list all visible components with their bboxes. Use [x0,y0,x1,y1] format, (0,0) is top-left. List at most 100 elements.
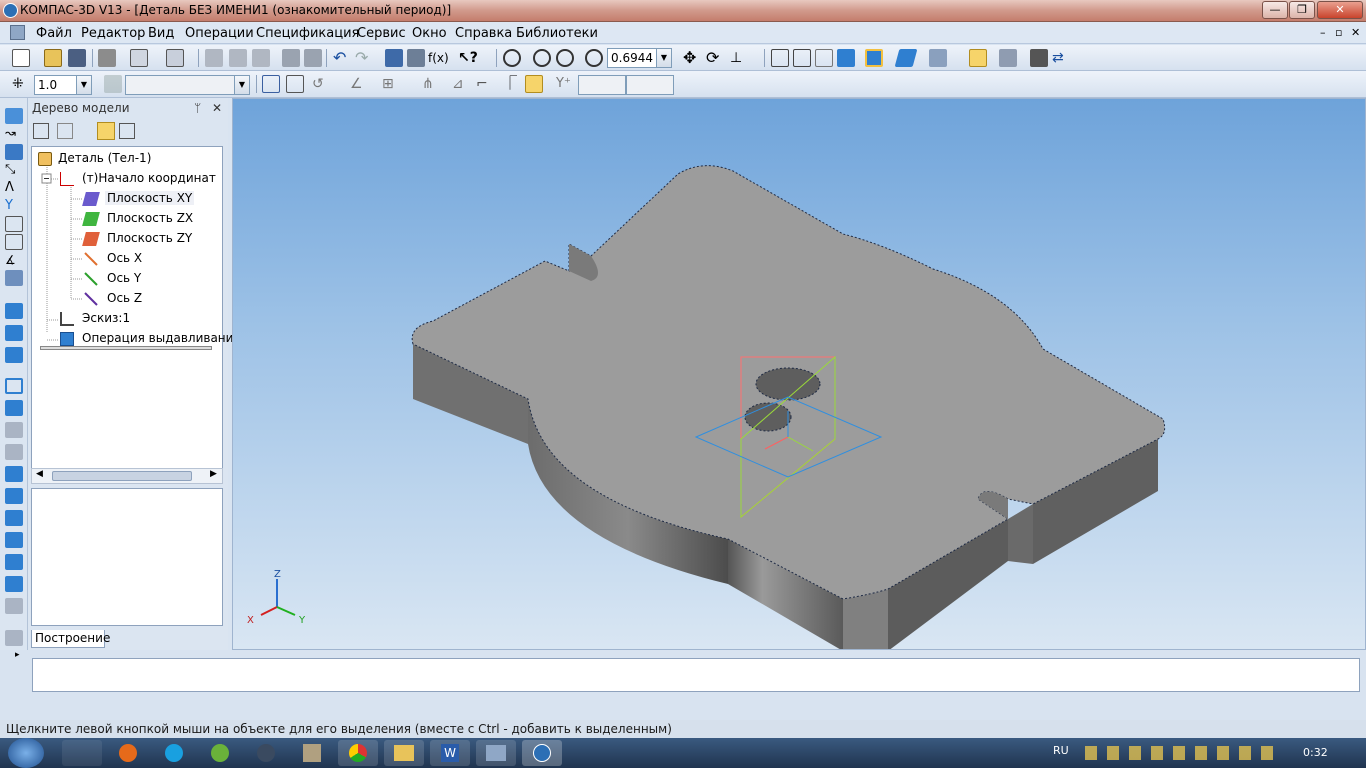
extrude-icon[interactable] [5,303,23,319]
3d-viewport[interactable]: Z X Y [232,98,1366,650]
cut-revolve-icon[interactable] [5,422,23,438]
coordinate-icon[interactable]: Y⁺ [556,75,574,93]
hidden-lines-icon[interactable] [793,49,811,67]
expand-icon[interactable]: ▸ [15,650,20,660]
tree-item-axis-x[interactable]: Ось X [107,251,142,265]
thin-lines-icon[interactable] [815,49,833,67]
document-menu-icon[interactable] [10,25,25,40]
help-pointer-icon[interactable]: ↖? [458,49,478,67]
spline-icon[interactable]: ↝ [5,126,23,142]
properties-icon[interactable] [166,49,184,67]
menu-help[interactable]: Справка [455,26,512,41]
new-file-icon[interactable] [12,49,30,67]
pan-icon[interactable]: ✥ [683,49,701,67]
menu-specification[interactable]: Спецификация [256,26,359,41]
taskbar-folder-icon[interactable] [384,740,424,766]
start-button[interactable] [8,738,44,768]
panel-close-button[interactable]: ✕ [212,101,222,115]
layer-icon[interactable] [104,75,122,93]
step-cursor-icon[interactable]: ⁜ [12,75,30,93]
zoom-in-icon[interactable] [533,49,551,67]
shaded-icon[interactable] [837,49,855,67]
chevron-down-icon[interactable]: ▼ [234,76,249,94]
rebuild-icon[interactable]: ⇄ [1052,49,1070,67]
tray-clock[interactable]: 0:32 [1303,746,1328,759]
tree-item-part[interactable]: Деталь (Тел-1) [58,151,151,165]
doc-close-button[interactable]: ✕ [1351,26,1360,39]
library-manager-icon[interactable] [999,49,1017,67]
taskbar-skype-icon[interactable] [154,740,194,766]
tray-icons[interactable] [1085,746,1275,760]
taskbar-kompas-icon[interactable] [522,740,562,766]
tree-item-origin[interactable]: (т)Начало координат [82,171,216,185]
report-icon[interactable] [5,234,23,250]
shell-icon[interactable] [5,576,23,592]
hole-icon[interactable] [5,532,23,548]
tree-item-axis-z[interactable]: Ось Z [107,291,142,305]
step-combo[interactable]: 1.0 ▼ [34,75,92,95]
cut-sweep-icon[interactable] [5,444,23,460]
constraint-icon[interactable]: ↺ [312,75,330,93]
taskbar-word-icon[interactable]: W [430,740,470,766]
tab-build[interactable]: Построение [31,630,110,648]
tree-order-icon[interactable] [119,123,135,139]
draft-icon[interactable] [5,598,23,614]
tree-structure-icon[interactable] [33,123,49,139]
local-cs-icon[interactable]: ⋔ [422,75,440,93]
tree-item-extrusion[interactable]: Операция выдавливания [82,331,241,345]
cut-extrude-icon[interactable] [5,400,23,416]
parametric-icon[interactable] [286,75,304,93]
measure-icon[interactable] [1030,49,1048,67]
sweep-icon[interactable] [5,347,23,363]
scroll-left-icon[interactable]: ◀ [36,469,43,479]
arrays-icon[interactable]: ⤡ [5,162,23,178]
tree-item-plane-xy[interactable]: Плоскость XY [105,191,195,205]
cut-loft-icon[interactable] [5,466,23,482]
taskbar-utorrent-icon[interactable] [200,740,240,766]
revolve-icon[interactable] [5,325,23,341]
axis-cs-icon[interactable]: ⊿ [452,75,470,93]
shaded-edges-icon[interactable] [865,49,883,67]
layer-combo[interactable]: ▼ [125,75,250,95]
tree-view-icon[interactable] [57,123,73,139]
coord-x-field[interactable] [578,75,626,95]
measure-tool-icon[interactable]: ∡ [5,252,23,268]
segment-icon[interactable]: ⎾ [503,75,521,93]
tree-horizontal-scrollbar[interactable]: ◀ ▶ [31,468,223,484]
cut-icon[interactable] [205,49,223,67]
zoom-window-icon[interactable] [503,49,521,67]
variables-icon[interactable] [407,49,425,67]
function-icon[interactable]: f(x) [428,49,449,67]
taskbar-game-icon[interactable] [292,740,332,766]
dimensions-icon[interactable]: Λ [5,180,23,196]
taskbar-window-icon[interactable] [476,740,516,766]
taskbar-steam-icon[interactable] [246,740,286,766]
menu-view[interactable]: Вид [148,26,174,41]
paste-icon[interactable] [252,49,270,67]
menu-service[interactable]: Сервис [357,26,406,41]
snap-highlight-icon[interactable] [525,75,543,93]
snap-active-icon[interactable] [969,49,987,67]
orientation-icon[interactable]: ⊥ [730,49,748,67]
tree-item-axis-y[interactable]: Ось Y [107,271,141,285]
tree-item-sketch[interactable]: Эскиз:1 [82,311,130,325]
tray-language[interactable]: RU [1053,744,1069,757]
sheet-metal-icon[interactable] [5,270,23,286]
coord-y-field[interactable] [626,75,674,95]
scroll-thumb[interactable] [52,471,192,481]
menu-operations[interactable]: Операции [185,26,254,41]
filter-tool-icon[interactable]: Y [5,198,23,214]
close-button[interactable]: ✕ [1317,1,1363,19]
copy-icon[interactable] [229,49,247,67]
save-icon[interactable] [68,49,86,67]
loft-icon[interactable] [5,378,23,394]
preview-icon[interactable] [130,49,148,67]
manager-icon[interactable] [385,49,403,67]
zoom-out-icon[interactable] [556,49,574,67]
surface-icon[interactable] [5,144,23,160]
format-painter-icon[interactable] [282,49,300,67]
print-icon[interactable] [98,49,116,67]
menu-editor[interactable]: Редактор [81,26,145,41]
perspective-icon[interactable] [894,49,918,67]
fillet-icon[interactable] [5,488,23,504]
